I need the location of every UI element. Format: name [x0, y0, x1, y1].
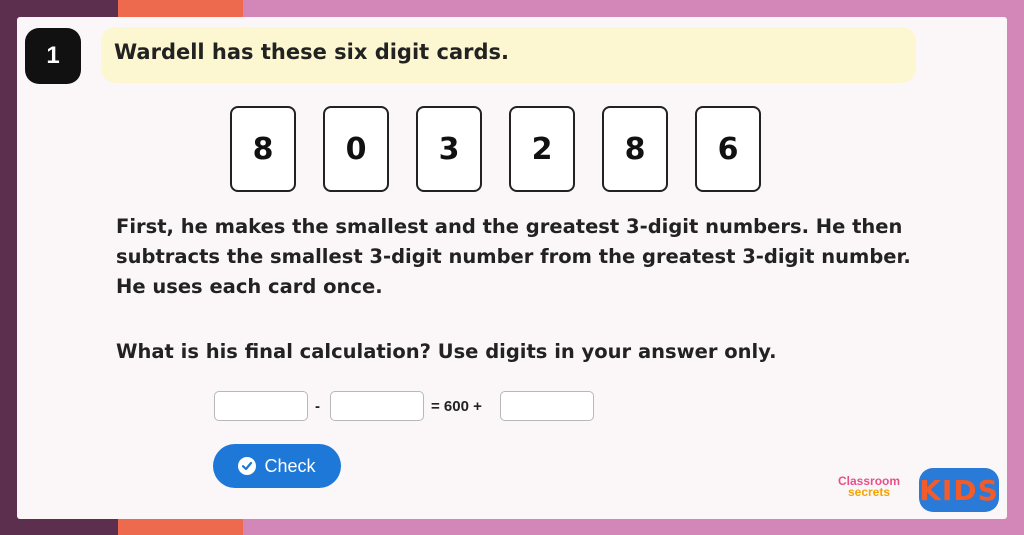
minus-sign: -	[315, 398, 320, 415]
answer-input-1[interactable]	[214, 391, 308, 421]
answer-input-3[interactable]	[500, 391, 594, 421]
digit-card: 3	[416, 106, 482, 192]
question-title: Wardell has these six digit cards.	[114, 40, 509, 64]
checkmark-icon	[238, 457, 257, 475]
equals-text: = 600 +	[431, 398, 482, 415]
check-button[interactable]: Check	[213, 444, 341, 488]
answer-input-2[interactable]	[330, 391, 424, 421]
question-prompt: What is his final calculation? Use digit…	[116, 340, 777, 363]
question-number-badge: 1	[25, 28, 81, 84]
digit-card: 8	[602, 106, 668, 192]
classroom-secrets-logo: Classroom secrets	[838, 475, 900, 499]
digit-card: 0	[323, 106, 389, 192]
digit-card: 6	[695, 106, 761, 192]
logo-line2: secrets	[847, 485, 891, 499]
digit-card: 8	[230, 106, 296, 192]
kids-logo: KIDS	[919, 468, 999, 512]
question-paragraph: First, he makes the smallest and the gre…	[116, 215, 911, 298]
digit-card: 2	[509, 106, 575, 192]
check-button-label: Check	[264, 455, 316, 476]
